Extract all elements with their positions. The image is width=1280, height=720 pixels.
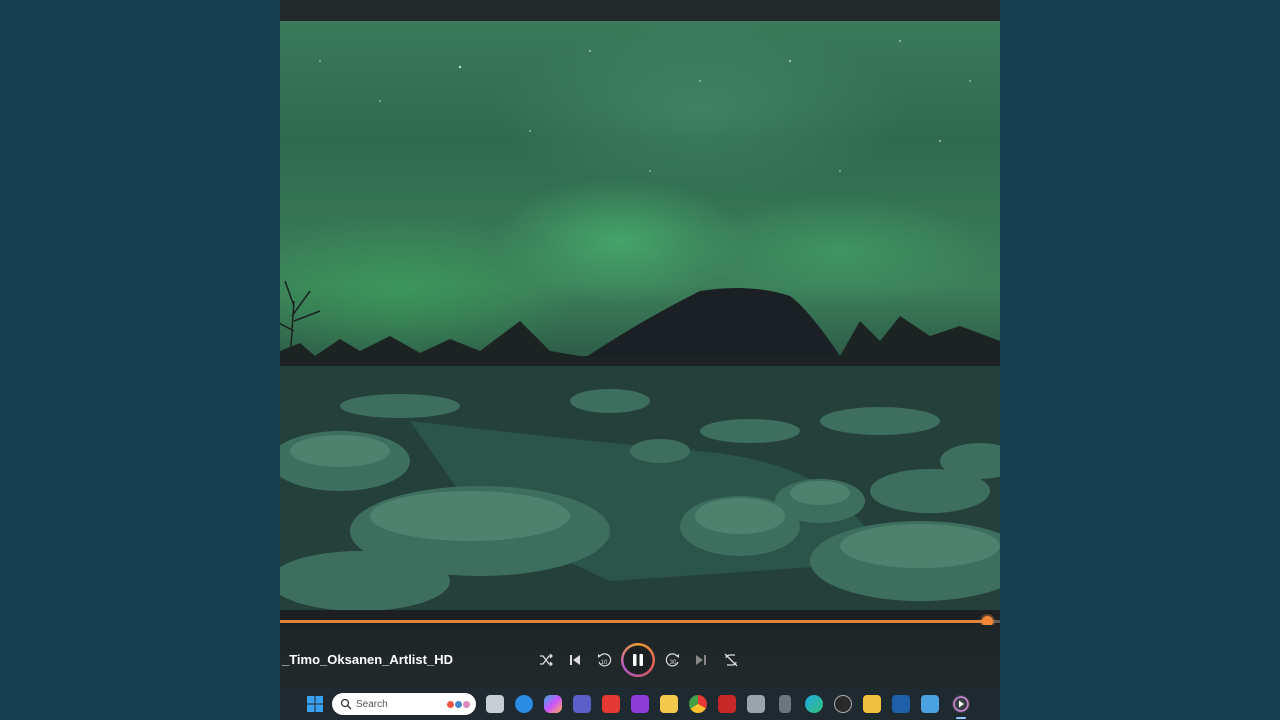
file-explorer-icon[interactable] [660, 695, 678, 713]
search-highlight-icon [447, 700, 470, 708]
edge-icon[interactable] [805, 695, 823, 713]
widgets-icon[interactable] [515, 695, 533, 713]
media-player-window: _Timo_Oksanen_Artlist_HD 10 30 Search [280, 0, 1000, 720]
notepad-icon[interactable] [921, 695, 939, 713]
search-placeholder: Search [356, 698, 388, 710]
media-title: _Timo_Oksanen_Artlist_HD [282, 652, 453, 667]
rewind-10-icon[interactable]: 10 [595, 651, 613, 669]
device-icon[interactable] [779, 695, 791, 713]
chrome-icon[interactable] [689, 695, 707, 713]
title-bar[interactable] [280, 0, 1000, 21]
pause-icon [633, 654, 643, 666]
start-icon[interactable] [306, 695, 324, 713]
seek-bar[interactable] [280, 616, 1000, 627]
camera-icon[interactable] [747, 695, 765, 713]
taskbar: Search [280, 688, 1000, 720]
svg-text:10: 10 [601, 660, 608, 666]
task-view-icon[interactable] [486, 695, 504, 713]
taskbar-search[interactable]: Search [332, 693, 476, 715]
previous-icon[interactable] [566, 651, 584, 669]
shuffle-icon[interactable] [537, 651, 555, 669]
mcafee-icon[interactable] [718, 695, 736, 713]
app-icon[interactable] [892, 695, 910, 713]
repeat-off-icon[interactable] [722, 651, 740, 669]
app-icon[interactable] [631, 695, 649, 713]
aurora-landscape-image [280, 40, 1000, 610]
playback-controls: _Timo_Oksanen_Artlist_HD 10 30 [280, 625, 1000, 688]
svg-text:30: 30 [670, 660, 677, 666]
pause-button[interactable] [621, 643, 655, 677]
seek-progress [280, 620, 988, 623]
media-player-active-icon[interactable] [952, 695, 970, 713]
teams-icon[interactable] [573, 695, 591, 713]
search-icon [340, 698, 352, 710]
obs-icon[interactable] [834, 695, 852, 713]
active-app-indicator [956, 717, 966, 719]
forward-30-icon[interactable]: 30 [664, 651, 682, 669]
video-frame[interactable] [280, 21, 1000, 610]
copilot-icon[interactable] [544, 695, 562, 713]
media-player-icon[interactable] [602, 695, 620, 713]
next-icon[interactable] [692, 651, 710, 669]
app-icon[interactable] [863, 695, 881, 713]
